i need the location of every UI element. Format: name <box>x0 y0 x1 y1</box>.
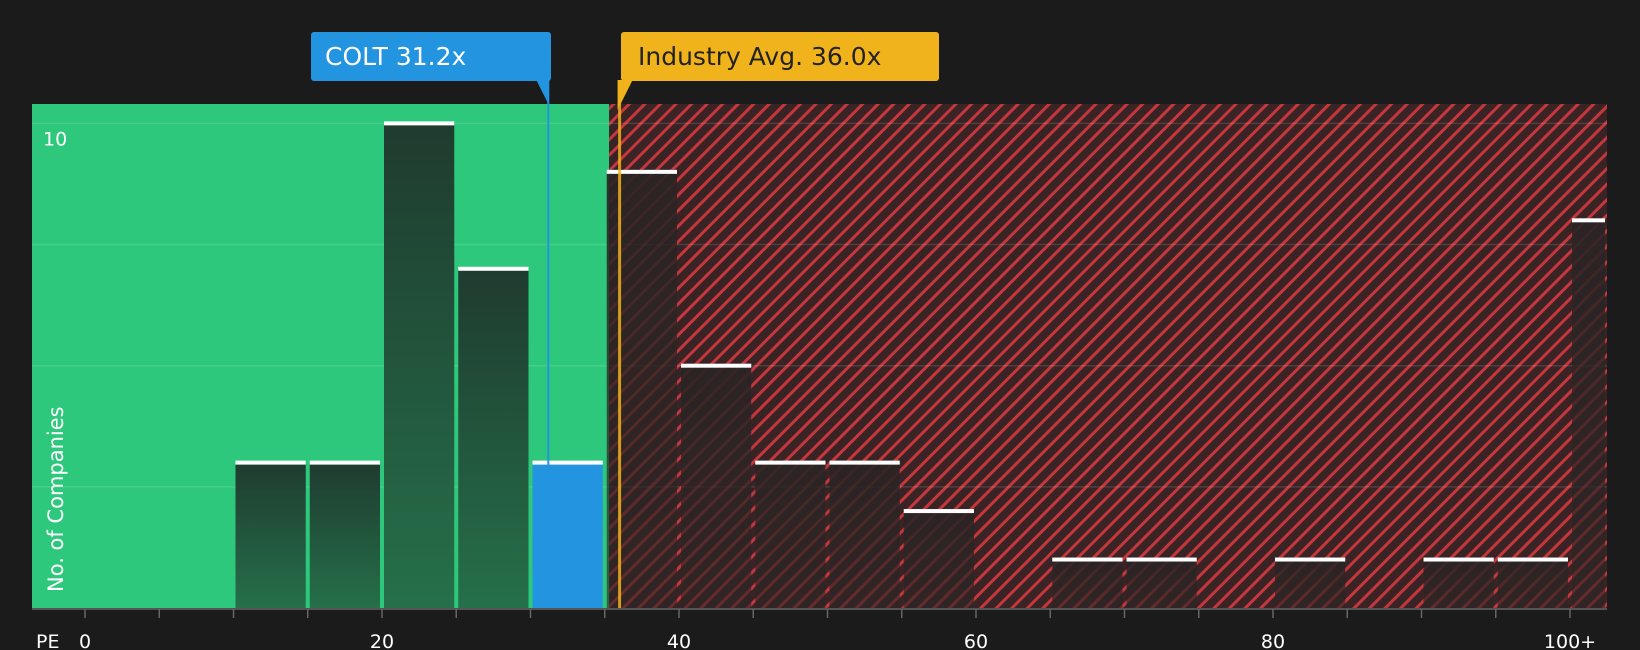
histogram-bar <box>235 462 306 608</box>
x-tick-label: 20 <box>370 631 394 650</box>
histogram-bar-cap <box>1572 218 1605 223</box>
x-tick-label: 60 <box>964 631 988 650</box>
histogram-bar <box>1126 559 1197 608</box>
histogram-bar <box>903 511 974 608</box>
histogram-bar <box>1572 220 1605 609</box>
histogram-bar <box>309 462 380 608</box>
histogram-bar-cap <box>1275 557 1346 562</box>
x-tick-label: 40 <box>667 631 691 650</box>
histogram-bar-cap <box>681 363 752 368</box>
histogram-bar-cap <box>755 460 826 465</box>
company-callout-pointer <box>536 80 549 104</box>
company-pe-callout: COLT 31.2x <box>311 32 551 81</box>
histogram-bar <box>829 462 900 608</box>
histogram-bar-cap <box>384 121 455 126</box>
pe-histogram-chart: 0 20 40 60 80 100+ PE 10 No. of Companies <box>32 80 1607 650</box>
histogram-bar <box>1497 559 1568 608</box>
histogram-bar <box>755 462 826 608</box>
histogram-bar <box>384 123 455 608</box>
histogram-bar-cap <box>1052 557 1123 562</box>
industry-avg-callout: Industry Avg. 36.0x <box>621 32 939 81</box>
histogram-bar-cap <box>235 460 306 465</box>
histogram-bar <box>458 268 529 608</box>
histogram-bar-cap <box>1126 557 1197 562</box>
histogram-bar <box>606 171 677 608</box>
histogram-bar-cap <box>532 460 603 465</box>
histogram-bar-cap <box>1423 557 1494 562</box>
histogram-bar-cap <box>829 460 900 465</box>
histogram-bar <box>1275 559 1346 608</box>
x-tick-label: 100+ <box>1544 631 1596 650</box>
y-tick-label: 10 <box>43 128 67 150</box>
x-axis-label: PE <box>36 631 59 650</box>
histogram-bar <box>1423 559 1494 608</box>
x-tick-label: 0 <box>79 631 91 650</box>
histogram-bar <box>1052 559 1123 608</box>
y-axis-label: No. of Companies <box>44 406 68 592</box>
histogram-bar-cap <box>903 509 974 514</box>
histogram-bar <box>681 365 752 608</box>
histogram-bar-cap <box>606 169 677 174</box>
x-axis: 0 20 40 60 80 100+ PE <box>32 608 1607 650</box>
histogram-bar-cap <box>458 266 529 271</box>
histogram-bar <box>532 462 603 608</box>
histogram-bar-cap <box>309 460 380 465</box>
x-tick-label: 80 <box>1261 631 1285 650</box>
histogram-bar-cap <box>1497 557 1568 562</box>
